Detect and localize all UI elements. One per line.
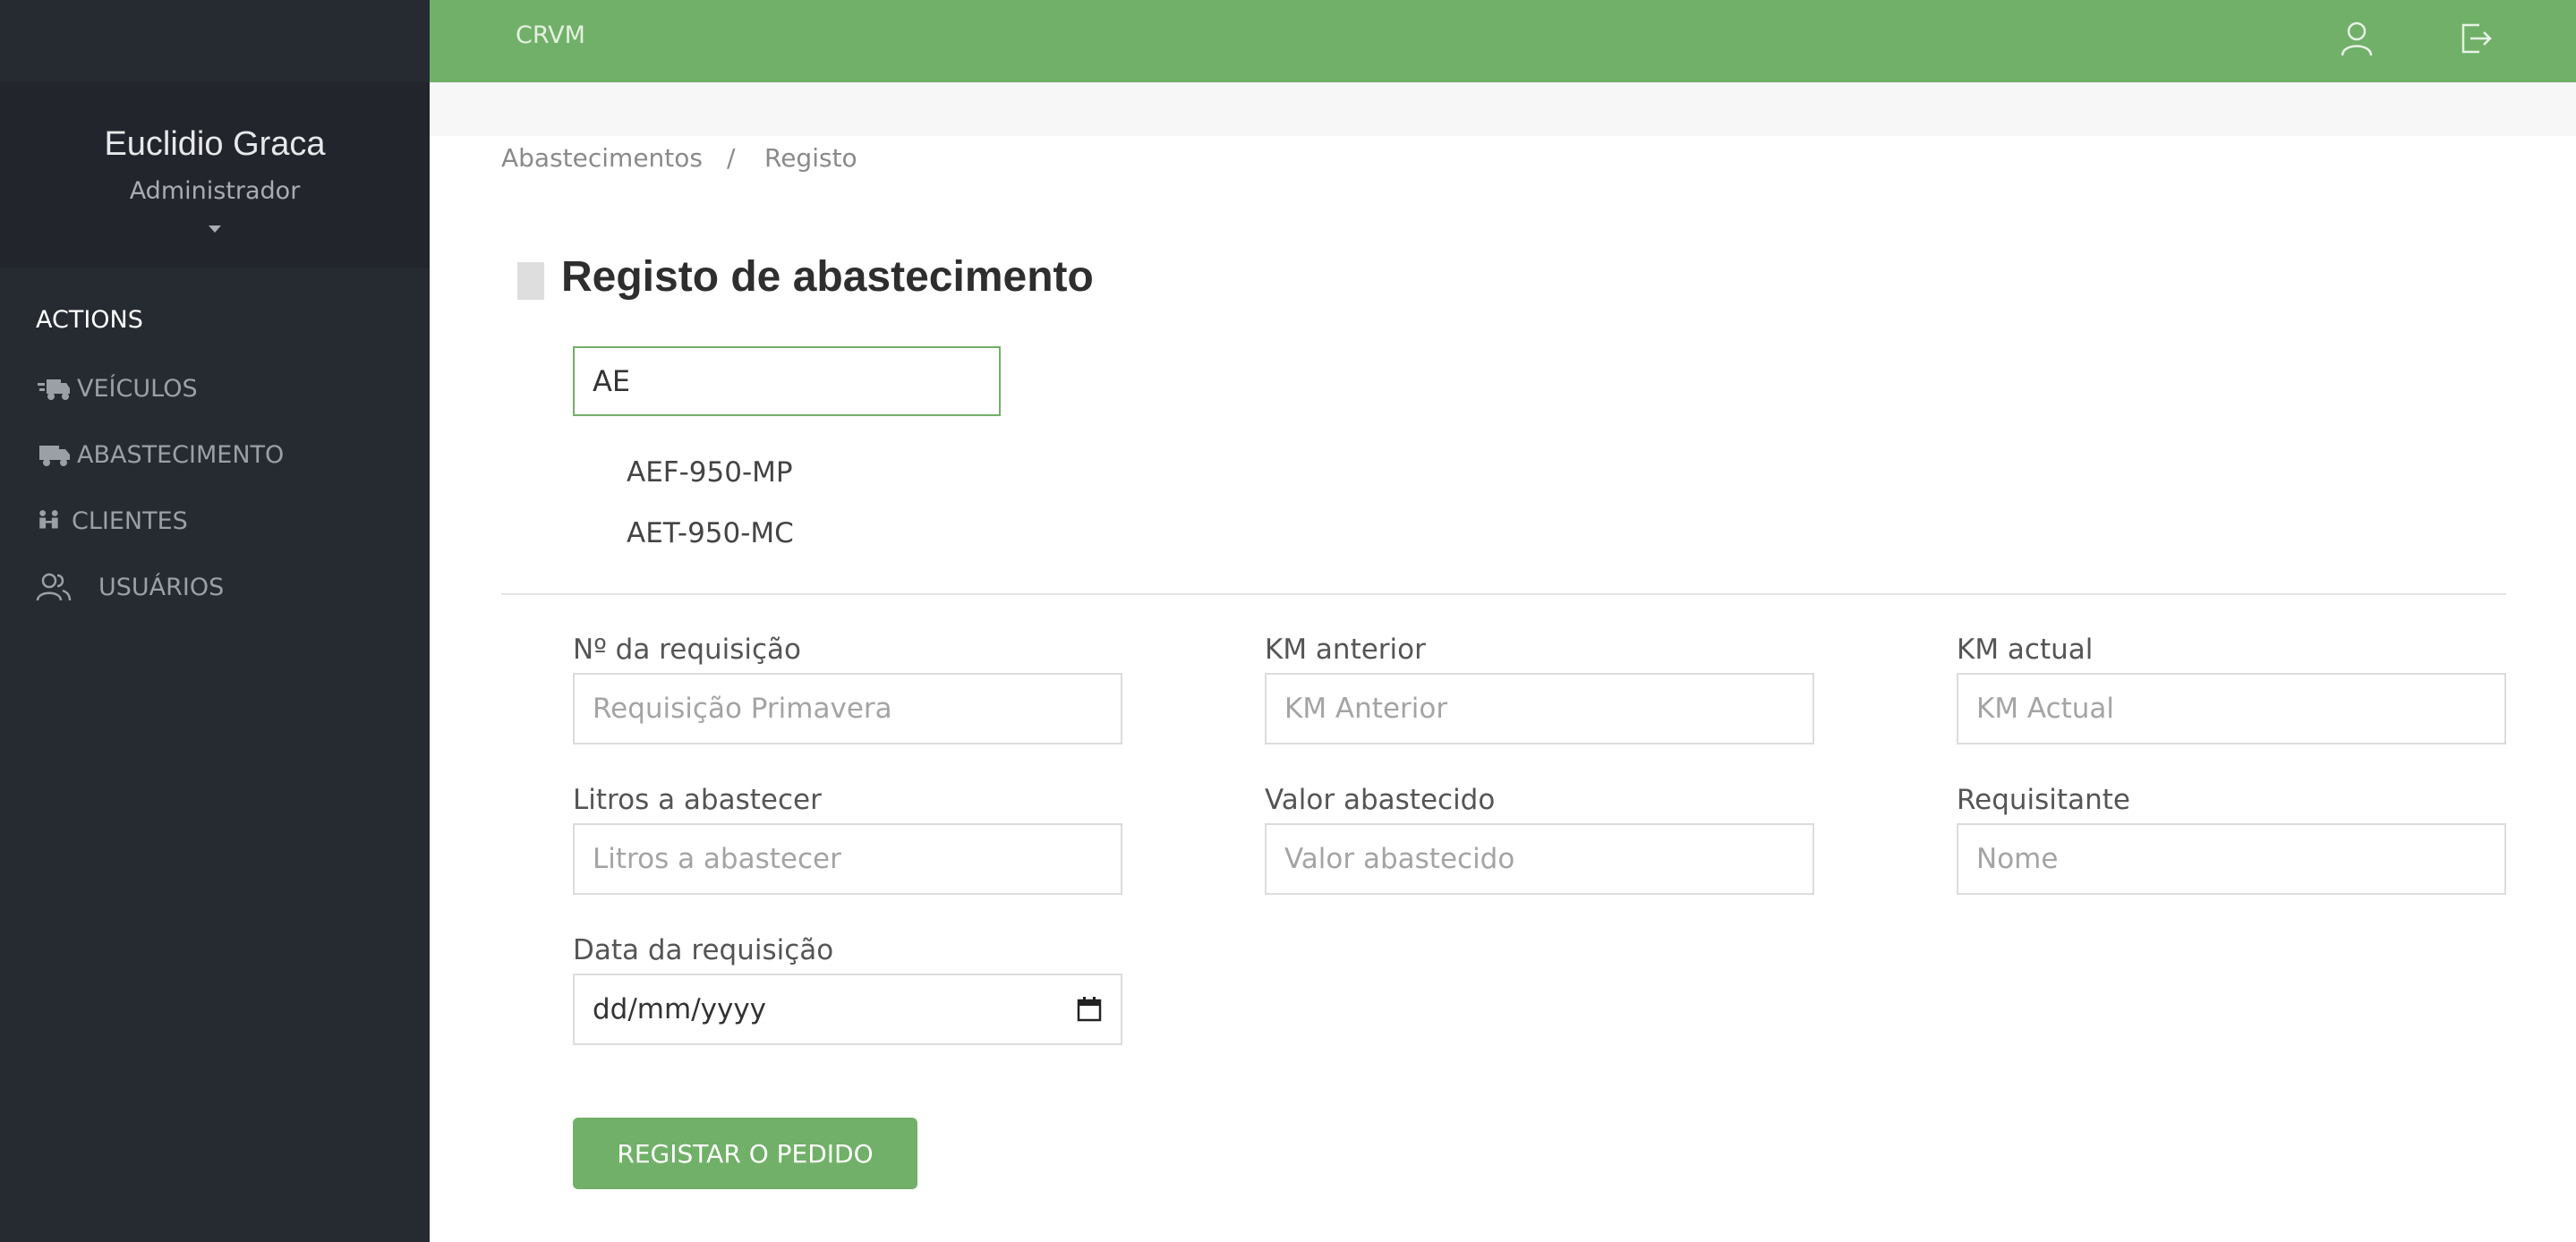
- sidebar-item-label: CLIENTES: [72, 506, 188, 535]
- valor-label: Valor abastecido: [1265, 784, 1496, 816]
- sidebar-item-label: USUÁRIOS: [98, 573, 225, 601]
- user-role: Administrador: [129, 177, 301, 205]
- breadcrumb-current: Registo: [764, 143, 857, 173]
- title-marker: [517, 262, 544, 300]
- suggestion-item[interactable]: AET-950-MC: [627, 517, 794, 549]
- sidebar-item-clientes[interactable]: CLIENTES: [36, 501, 188, 540]
- user-profile: Euclidio Graca Administrador: [0, 82, 430, 268]
- chevron-down-icon[interactable]: [209, 225, 221, 233]
- data-label: Data da requisição: [573, 934, 834, 966]
- top-bar: CRVM: [430, 0, 2576, 82]
- sub-header-bar: [430, 82, 2576, 136]
- user-name: Euclidio Graca: [104, 125, 326, 163]
- valor-field[interactable]: [1265, 823, 1814, 895]
- breadcrumb-separator: /: [727, 143, 736, 173]
- sidebar-item-label: ABASTECIMENTO: [77, 440, 285, 469]
- suggestion-item[interactable]: AEF-950-MP: [627, 456, 793, 489]
- km-anterior-field[interactable]: [1265, 673, 1814, 744]
- sidebar-item-label: VEÍCULOS: [77, 374, 198, 403]
- page-title: Registo de abastecimento: [561, 253, 1094, 301]
- km-anterior-label: KM anterior: [1265, 634, 1426, 666]
- breadcrumb-link-abastecimentos[interactable]: Abastecimentos: [501, 143, 703, 173]
- vehicle-search-input[interactable]: [573, 346, 1001, 416]
- truck-icon: [39, 446, 70, 466]
- sidebar-item-usuarios[interactable]: USUÁRIOS: [36, 567, 224, 607]
- sidebar-header: [0, 0, 430, 83]
- truck-fast-icon: [38, 379, 70, 400]
- logout-icon[interactable]: [2454, 18, 2495, 59]
- km-actual-field[interactable]: [1957, 673, 2506, 744]
- sidebar-item-veiculos[interactable]: VEÍCULOS: [36, 369, 198, 408]
- section-label-actions: ACTIONS: [36, 306, 143, 334]
- requisitante-label: Requisitante: [1957, 784, 2130, 816]
- sidebar: Euclidio Graca Administrador ACTIONS VEÍ…: [0, 0, 430, 1242]
- km-actual-label: KM actual: [1957, 634, 2094, 666]
- requisicao-label: Nº da requisição: [573, 634, 802, 666]
- sidebar-item-abastecimento[interactable]: ABASTECIMENTO: [36, 435, 284, 474]
- litros-label: Litros a abastecer: [573, 784, 822, 816]
- divider: [501, 593, 2506, 595]
- date-value: dd/mm/yyyy: [593, 993, 767, 1025]
- user-icon[interactable]: [2336, 18, 2377, 59]
- date-field[interactable]: dd/mm/yyyy: [573, 974, 1122, 1045]
- calendar-icon[interactable]: [1076, 996, 1103, 1023]
- people-arrows-icon: [39, 510, 58, 529]
- requisitante-field[interactable]: [1957, 823, 2506, 895]
- requisicao-field[interactable]: [573, 673, 1122, 744]
- brand-name[interactable]: CRVM: [516, 21, 585, 49]
- users-icon: [36, 573, 72, 601]
- litros-field[interactable]: [573, 823, 1122, 895]
- submit-button[interactable]: REGISTAR O PEDIDO: [573, 1118, 917, 1189]
